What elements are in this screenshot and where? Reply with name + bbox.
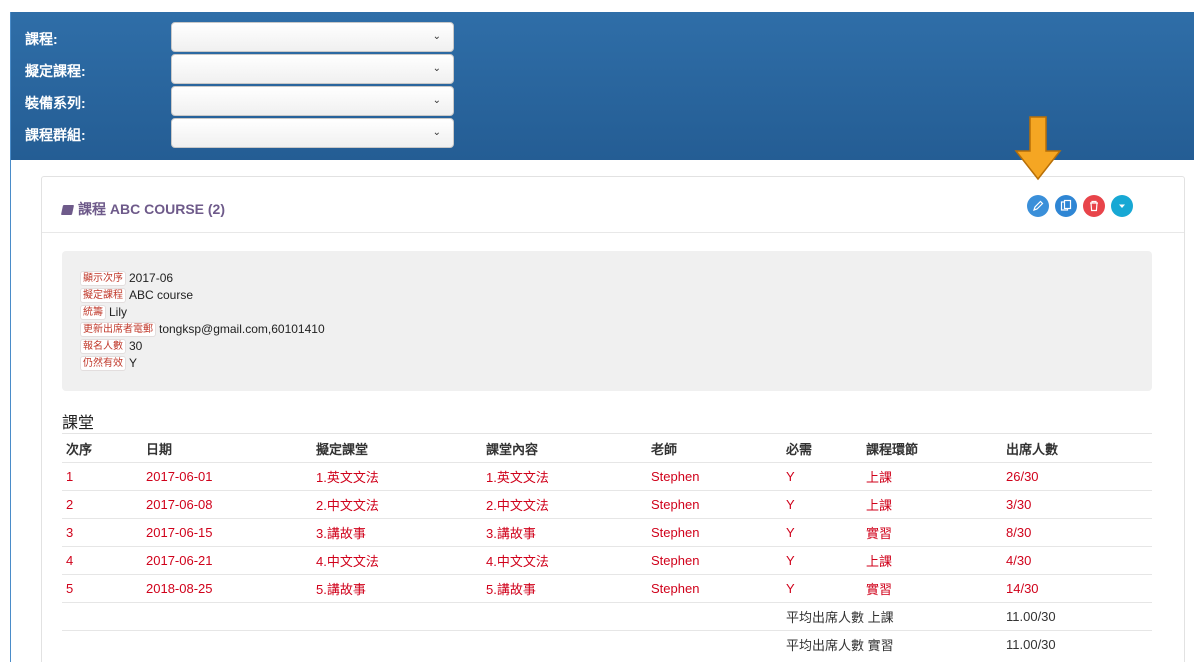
cell-required: Y (782, 462, 862, 491)
cell-date: 2017-06-21 (142, 546, 312, 575)
cell-attendance: 14/30 (1002, 574, 1152, 603)
cell-segment: 實習 (862, 518, 1002, 547)
cell-order: 4 (62, 546, 142, 575)
cell-teacher: Stephen (647, 546, 782, 575)
cell-required: Y (782, 518, 862, 547)
table-row[interactable]: 2 2017-06-08 2.中文文法 2.中文文法 Stephen Y 上課 … (62, 490, 1152, 519)
planned-course-select[interactable]: ⌄ (171, 54, 454, 84)
cell-content: 3.講故事 (482, 518, 647, 547)
delete-button[interactable] (1083, 195, 1105, 217)
cell-segment: 實習 (862, 574, 1002, 603)
summary-label: 平均出席人數 上課 (782, 602, 1002, 631)
cell-date: 2017-06-01 (142, 462, 312, 491)
app-frame: 課程: ⌄ 擬定課程: ⌄ 裝備系列: ⌄ 課程群組: ⌄ 課程 ABC COU… (10, 12, 1194, 662)
chevron-down-icon: ⌄ (432, 31, 441, 42)
col-header: 擬定課堂 (312, 433, 482, 463)
course-panel: 課程 ABC COURSE (2) 顯示次序 2017-06 擬定課程 ABC co… (41, 116, 1185, 662)
col-header: 必需 (782, 433, 862, 463)
course-group-select[interactable]: ⌄ (171, 118, 454, 148)
lessons-table: 次序 日期 擬定課堂 課堂內容 老師 必需 課程環節 出席人數 1 2017-0… (62, 433, 1152, 659)
summary-row: 平均出席人數 上課 11.00/30 (62, 602, 1152, 631)
cell-segment: 上課 (862, 490, 1002, 519)
edit-button[interactable] (1027, 195, 1049, 217)
filter-course-group: 課程群組: ⌄ (11, 118, 471, 148)
cell-attendance: 3/30 (1002, 490, 1152, 519)
course-info: 顯示次序 2017-06 擬定課程 ABC course 統籌 Lily 更新出席者電… (62, 251, 1152, 391)
cell-content: 2.中文文法 (482, 490, 647, 519)
cell-required: Y (782, 490, 862, 519)
filter-label: 裝備系列: (25, 95, 86, 111)
cell-content: 5.講故事 (482, 574, 647, 603)
chevron-down-icon: ⌄ (432, 127, 441, 138)
filter-planned-course: 擬定課程: ⌄ (11, 54, 471, 84)
trash-icon (1090, 200, 1098, 212)
cell-order: 2 (62, 490, 142, 519)
cell-date: 2017-06-15 (142, 518, 312, 547)
summary-label: 平均出席人數 實習 (782, 630, 1002, 659)
edit-icon (1033, 200, 1044, 211)
cell-planned-lesson: 5.講故事 (312, 574, 482, 603)
cell-teacher: Stephen (647, 574, 782, 603)
info-enrolment: 報名人數 30 (80, 339, 142, 355)
cell-order: 3 (62, 518, 142, 547)
table-row[interactable]: 1 2017-06-01 1.英文文法 1.英文文法 Stephen Y 上課 … (62, 462, 1152, 491)
copy-button[interactable] (1055, 195, 1077, 217)
cell-teacher: Stephen (647, 462, 782, 491)
cell-attendance: 4/30 (1002, 546, 1152, 575)
lessons-title: 課堂 (62, 415, 95, 432)
col-header: 日期 (142, 433, 312, 463)
summary-value: 11.00/30 (1002, 602, 1152, 631)
col-header: 課堂內容 (482, 433, 647, 463)
panel-header: 課程 ABC COURSE (2) (42, 177, 1184, 233)
filter-label: 擬定課程: (25, 63, 86, 79)
filter-label: 課程群組: (25, 127, 86, 143)
info-active: 仍然有效 Y (80, 356, 137, 372)
summary-row: 平均出席人數 實習 11.00/30 (62, 630, 1152, 659)
cell-date: 2018-08-25 (142, 574, 312, 603)
col-header: 老師 (647, 433, 782, 463)
cell-content: 4.中文文法 (482, 546, 647, 575)
more-button[interactable] (1111, 195, 1133, 217)
caret-down-icon (1119, 204, 1125, 208)
panel-title: 課程 ABC COURSE (2) (60, 199, 225, 219)
cell-teacher: Stephen (647, 490, 782, 519)
cell-attendance: 26/30 (1002, 462, 1152, 491)
copy-icon (1060, 199, 1072, 211)
chevron-down-icon: ⌄ (432, 95, 441, 106)
arrow-down-icon (1014, 116, 1062, 181)
cell-planned-lesson: 2.中文文法 (312, 490, 482, 519)
table-row[interactable]: 5 2018-08-25 5.講故事 5.講故事 Stephen Y 實習 14… (62, 574, 1152, 603)
table-row[interactable]: 4 2017-06-21 4.中文文法 4.中文文法 Stephen Y 上課 … (62, 546, 1152, 575)
summary-value: 11.00/30 (1002, 630, 1152, 659)
info-coordinator: 統籌 Lily (80, 305, 127, 321)
cell-segment: 上課 (862, 546, 1002, 575)
cell-planned-lesson: 4.中文文法 (312, 546, 482, 575)
course-select[interactable]: ⌄ (171, 22, 454, 52)
cell-order: 5 (62, 574, 142, 603)
chevron-down-icon: ⌄ (432, 63, 441, 74)
series-select[interactable]: ⌄ (171, 86, 454, 116)
cell-segment: 上課 (862, 462, 1002, 491)
cell-content: 1.英文文法 (482, 462, 647, 491)
cell-order: 1 (62, 462, 142, 491)
cell-teacher: Stephen (647, 518, 782, 547)
cell-planned-lesson: 1.英文文法 (312, 462, 482, 491)
filter-series: 裝備系列: ⌄ (11, 86, 471, 116)
col-header: 出席人數 (1002, 433, 1152, 463)
col-header: 課程環節 (862, 433, 1002, 463)
col-header: 次序 (62, 433, 142, 463)
filter-course: 課程: ⌄ (11, 22, 471, 52)
info-planned-course: 擬定課程 ABC course (80, 288, 193, 304)
info-display-order: 顯示次序 2017-06 (80, 271, 173, 287)
table-header: 次序 日期 擬定課堂 課堂內容 老師 必需 課程環節 出席人數 (62, 433, 1152, 463)
filter-label: 課程: (25, 31, 58, 47)
table-row[interactable]: 3 2017-06-15 3.講故事 3.講故事 Stephen Y 實習 8/… (62, 518, 1152, 547)
cell-required: Y (782, 546, 862, 575)
book-icon (60, 205, 75, 215)
cell-date: 2017-06-08 (142, 490, 312, 519)
info-attendee-email: 更新出席者電郵 tongksp@gmail.com,60101410 (80, 322, 325, 338)
cell-attendance: 8/30 (1002, 518, 1152, 547)
cell-required: Y (782, 574, 862, 603)
cell-planned-lesson: 3.講故事 (312, 518, 482, 547)
